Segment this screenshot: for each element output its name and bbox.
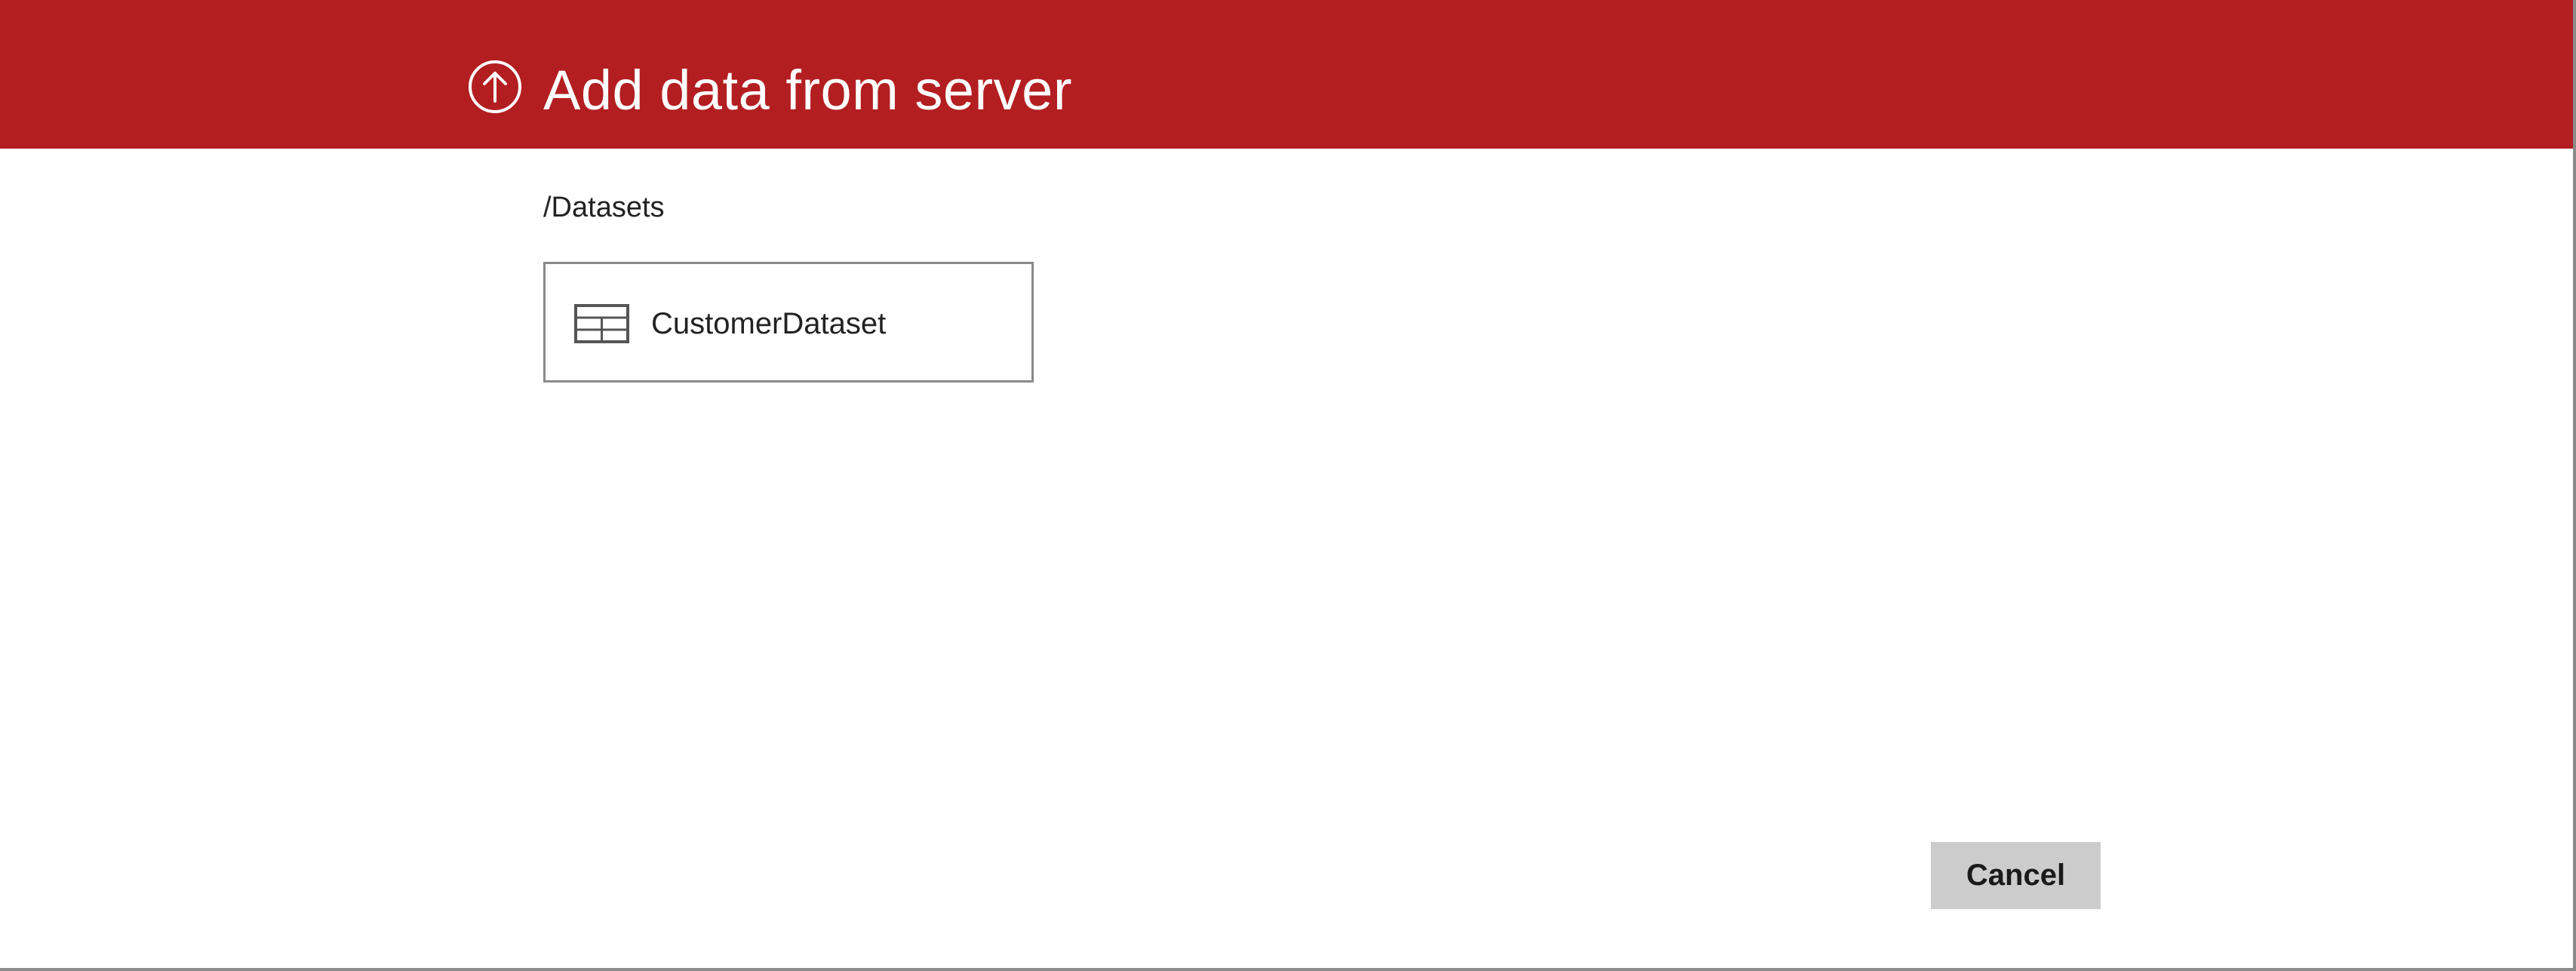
upload-circle-arrow-icon bbox=[469, 60, 521, 113]
breadcrumb: /Datasets bbox=[543, 192, 665, 223]
add-data-dialog: Add data from server /Datasets CustomerD… bbox=[0, 0, 2576, 971]
dataset-list: CustomerDataset bbox=[543, 262, 1034, 383]
cancel-button[interactable]: Cancel bbox=[1931, 842, 2101, 909]
table-icon bbox=[574, 304, 629, 343]
dataset-item-customerdataset[interactable]: CustomerDataset bbox=[543, 262, 1034, 383]
dataset-item-label: CustomerDataset bbox=[651, 307, 887, 340]
dialog-title: Add data from server bbox=[543, 59, 1072, 121]
dialog-header: Add data from server bbox=[0, 0, 2573, 149]
